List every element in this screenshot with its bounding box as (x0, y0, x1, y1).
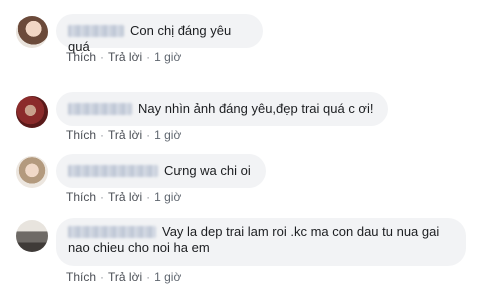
reply-button[interactable]: Trả lời (108, 190, 142, 204)
commenter-name[interactable] (68, 25, 124, 37)
comment-actions: Thích · Trả lời · 1 giờ (66, 128, 181, 142)
like-button[interactable]: Thích (66, 190, 96, 204)
comment-bubble: Nay nhìn ảnh đáng yêu,đẹp trai quá c ơi! (56, 92, 388, 126)
commenter-name[interactable] (68, 103, 132, 115)
separator: · (146, 190, 151, 204)
reply-button[interactable]: Trả lời (108, 270, 142, 284)
separator: · (146, 128, 151, 142)
commenter-name[interactable] (68, 165, 158, 177)
separator: · (146, 50, 151, 64)
like-button[interactable]: Thích (66, 270, 96, 284)
comment-timestamp[interactable]: 1 giờ (154, 270, 181, 284)
comment-bubble: Con chị đáng yêu quá (56, 14, 263, 54)
comment-bubble: Vay la dep trai lam roi .kc ma con dau t… (56, 218, 466, 266)
like-button[interactable]: Thích (66, 128, 96, 142)
comment-actions: Thích · Trả lời · 1 giờ (66, 270, 181, 284)
separator: · (100, 128, 105, 142)
comment-timestamp[interactable]: 1 giờ (154, 190, 181, 204)
comment-actions: Thích · Trả lời · 1 giờ (66, 50, 181, 64)
like-button[interactable]: Thích (66, 50, 96, 64)
comment-actions: Thích · Trả lời · 1 giờ (66, 190, 181, 204)
separator: · (100, 50, 105, 64)
reply-button[interactable]: Trả lời (108, 50, 142, 64)
commenter-name[interactable] (68, 226, 156, 238)
comment-timestamp[interactable]: 1 giờ (154, 128, 181, 142)
avatar[interactable] (16, 220, 48, 252)
separator: · (146, 270, 151, 284)
separator: · (100, 270, 105, 284)
avatar[interactable] (16, 156, 48, 188)
avatar[interactable] (16, 16, 48, 48)
comment-timestamp[interactable]: 1 giờ (154, 50, 181, 64)
separator: · (100, 190, 105, 204)
comment-text: Nay nhìn ảnh đáng yêu,đẹp trai quá c ơi! (138, 101, 374, 116)
comment-text: Cưng wa chi oi (164, 163, 251, 178)
reply-button[interactable]: Trả lời (108, 128, 142, 142)
comment-bubble: Cưng wa chi oi (56, 154, 266, 188)
avatar[interactable] (16, 96, 48, 128)
